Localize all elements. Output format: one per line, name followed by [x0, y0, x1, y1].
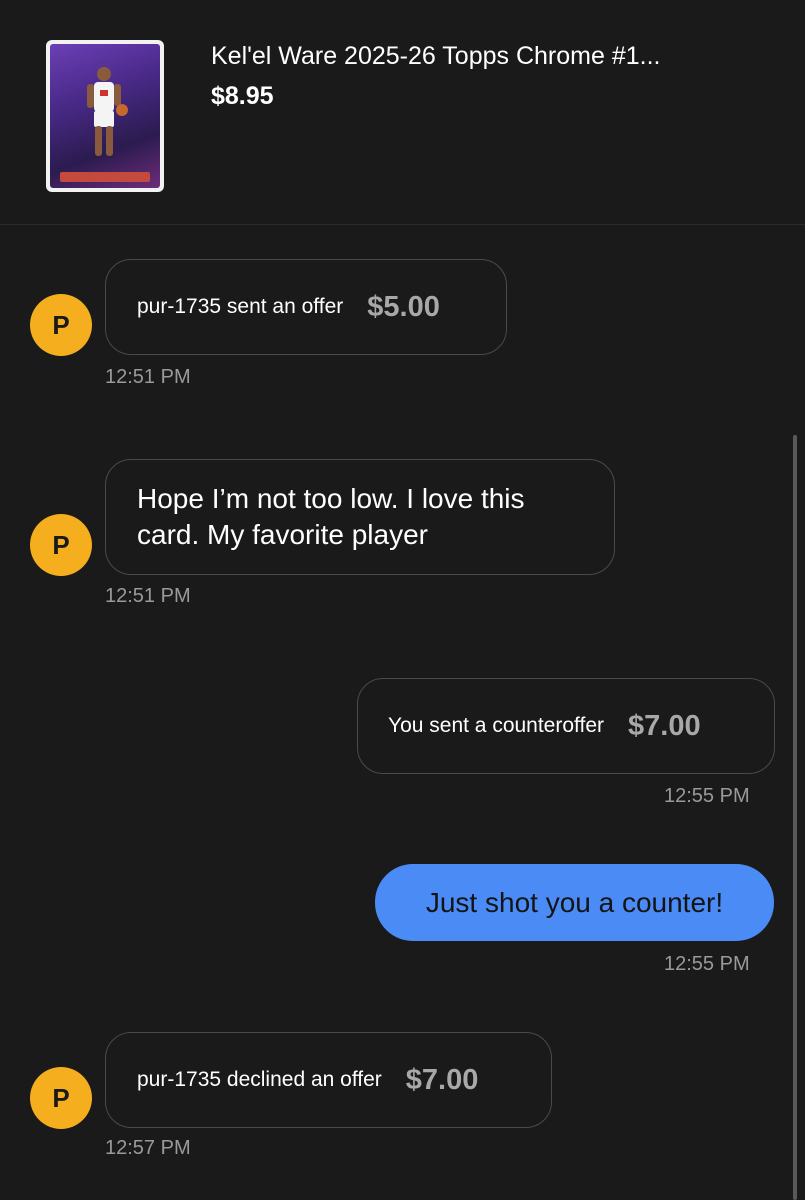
buyer-avatar[interactable]: P	[30, 1067, 92, 1129]
buyer-avatar[interactable]: P	[30, 294, 92, 356]
counteroffer-bubble[interactable]: You sent a counteroffer $7.00	[357, 678, 775, 774]
card-nameplate	[60, 172, 150, 182]
offer-text: pur-1735 declined an offer	[137, 1068, 382, 1091]
message-bubble[interactable]: Hope I’m not too low. I love this card. …	[105, 459, 615, 575]
listing-thumbnail[interactable]	[46, 40, 164, 192]
message-text: Hope I’m not too low. I love this card. …	[137, 483, 525, 550]
offer-text: pur-1735 sent an offer	[137, 295, 344, 318]
message-timestamp: 12:57 PM	[105, 1137, 191, 1159]
listing-header[interactable]: Kel'el Ware 2025-26 Topps Chrome #1... $…	[0, 0, 805, 225]
buyer-avatar[interactable]: P	[30, 514, 92, 576]
listing-price: $8.95	[211, 82, 274, 110]
message-text: Just shot you a counter!	[425, 886, 724, 918]
message-timestamp: 12:55 PM	[664, 785, 750, 807]
offer-amount: $7.00	[405, 1063, 479, 1096]
trading-card-image	[50, 44, 160, 188]
offer-amount: $7.00	[628, 709, 701, 742]
message-timestamp: 12:51 PM	[105, 366, 191, 388]
offer-amount: $5.00	[367, 290, 440, 323]
declined-offer-bubble[interactable]: pur-1735 declined an offer $7.00	[105, 1032, 552, 1128]
scrollbar[interactable]	[793, 435, 797, 1200]
basketball-player-icon	[87, 67, 128, 156]
offer-bubble[interactable]: pur-1735 sent an offer $5.00	[105, 259, 507, 355]
message-timestamp: 12:51 PM	[105, 585, 191, 607]
listing-title[interactable]: Kel'el Ware 2025-26 Topps Chrome #1...	[211, 42, 771, 71]
message-timestamp: 12:55 PM	[664, 953, 750, 975]
sent-message-bubble[interactable]: Just shot you a counter!	[375, 864, 774, 941]
offer-text: You sent a counteroffer	[388, 714, 604, 737]
